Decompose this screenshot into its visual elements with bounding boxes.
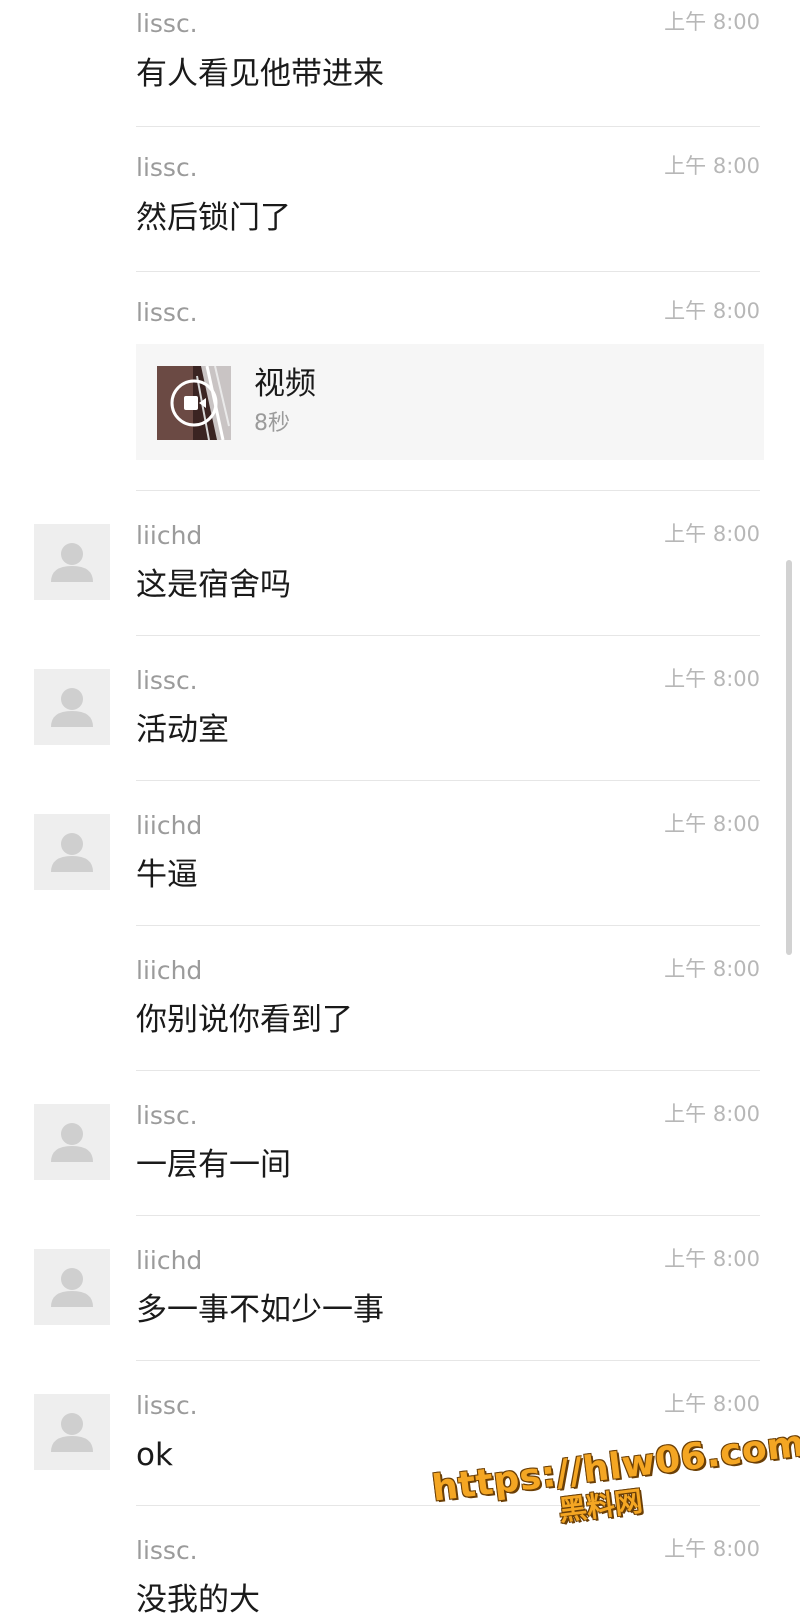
divider [136, 126, 760, 127]
message-time: 上午 8:00 [664, 1392, 760, 1416]
video-duration: 8秒 [254, 411, 290, 436]
divider [136, 490, 760, 491]
sender-name: lissc. [136, 666, 198, 695]
divider [136, 1215, 760, 1216]
video-message-card[interactable]: 视频 8秒 [136, 344, 764, 460]
message-time: 上午 8:00 [664, 1247, 760, 1271]
avatar[interactable] [34, 1249, 110, 1325]
default-avatar-icon [51, 543, 93, 582]
divider [136, 925, 760, 926]
message-time: 上午 8:00 [664, 1102, 760, 1126]
message-time: 上午 8:00 [664, 10, 760, 34]
message-text: 牛逼 [136, 857, 198, 893]
message-time: 上午 8:00 [664, 522, 760, 546]
sender-name: liichd [136, 956, 203, 985]
divider [136, 271, 760, 272]
message-text: 这是宿舍吗 [136, 567, 291, 603]
message-text: 你别说你看到了 [136, 1002, 353, 1038]
sender-name: liichd [136, 1246, 203, 1275]
sender-name: lissc. [136, 153, 198, 182]
default-avatar-icon [51, 1268, 93, 1307]
sender-name: liichd [136, 811, 203, 840]
default-avatar-icon [51, 1413, 93, 1452]
sender-name: lissc. [136, 1101, 198, 1130]
message-time: 上午 8:00 [664, 154, 760, 178]
sender-name: lissc. [136, 1391, 198, 1420]
message-text: 没我的大 [136, 1582, 260, 1618]
divider [136, 635, 760, 636]
message-time: 上午 8:00 [664, 299, 760, 323]
message-time: 上午 8:00 [664, 1537, 760, 1561]
divider [136, 1360, 760, 1361]
message-time: 上午 8:00 [664, 667, 760, 691]
default-avatar-icon [51, 688, 93, 727]
message-time: 上午 8:00 [664, 812, 760, 836]
default-avatar-icon [51, 1123, 93, 1162]
message-text: 多一事不如少一事 [136, 1292, 384, 1328]
video-thumbnail[interactable] [157, 366, 231, 440]
message-text: 然后锁门了 [136, 200, 291, 236]
sender-name: liichd [136, 521, 203, 550]
sender-name: lissc. [136, 298, 198, 327]
message-text: 有人看见他带进来 [136, 56, 384, 92]
divider [136, 780, 760, 781]
message-text: 一层有一间 [136, 1147, 291, 1183]
sender-name: lissc. [136, 1536, 198, 1565]
divider [136, 1070, 760, 1071]
avatar[interactable] [34, 1394, 110, 1470]
avatar[interactable] [34, 669, 110, 745]
avatar[interactable] [34, 1104, 110, 1180]
default-avatar-icon [51, 833, 93, 872]
video-play-icon [157, 366, 231, 440]
message-time: 上午 8:00 [664, 957, 760, 981]
message-text: 活动室 [136, 712, 229, 748]
avatar[interactable] [34, 524, 110, 600]
sender-name: lissc. [136, 9, 198, 38]
scrollbar[interactable] [786, 560, 792, 955]
video-label: 视频 [254, 366, 316, 402]
avatar[interactable] [34, 814, 110, 890]
message-text: ok [136, 1437, 173, 1473]
